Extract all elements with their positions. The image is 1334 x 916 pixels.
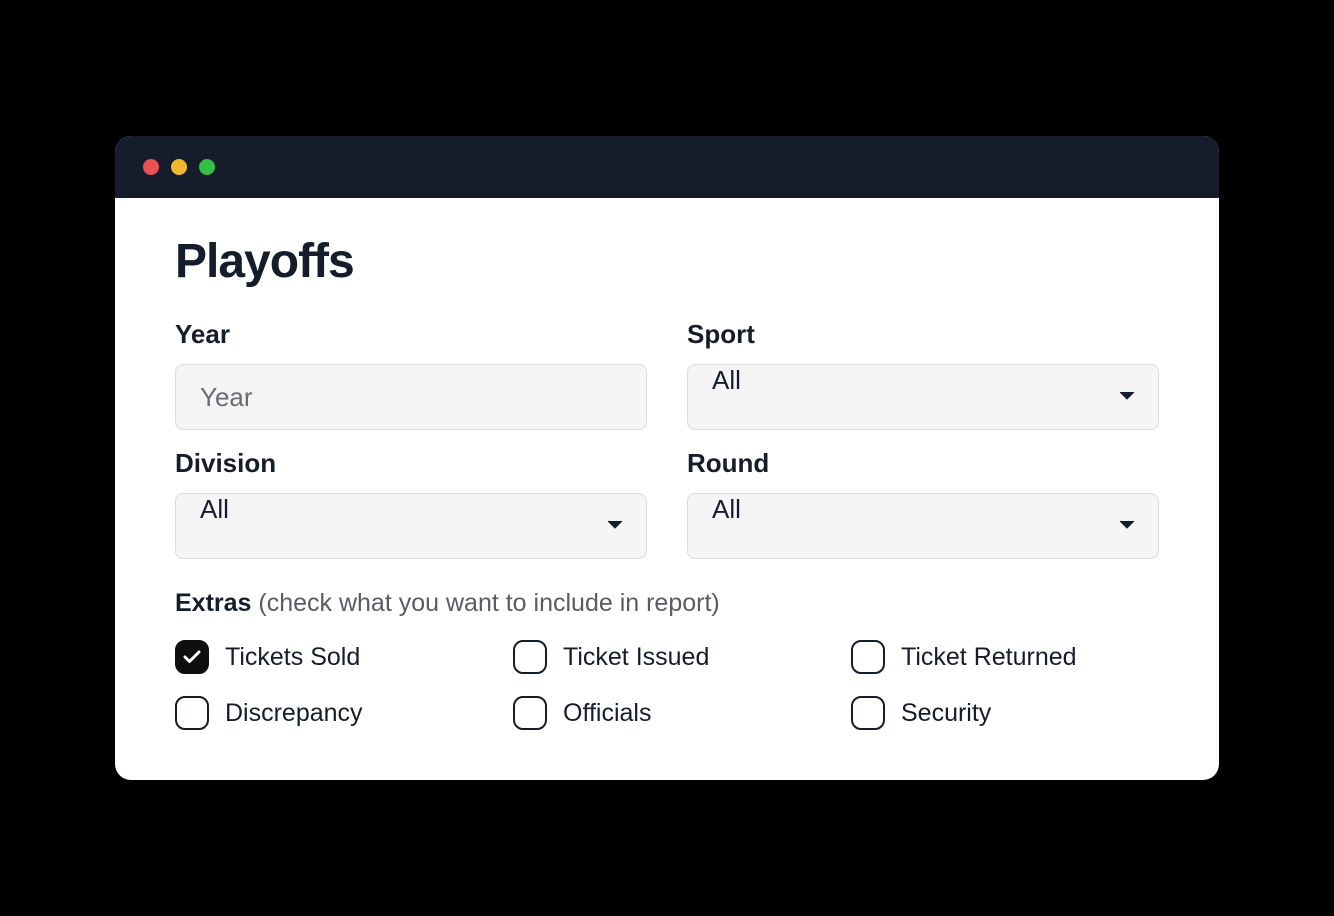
sport-field: Sport All <box>687 319 1159 430</box>
extras-label: Extras <box>175 589 251 617</box>
checkbox-ticket-returned[interactable]: Ticket Returned <box>851 640 1159 674</box>
checkbox-box <box>175 640 209 674</box>
checkbox-label: Ticket Returned <box>901 643 1077 672</box>
round-label: Round <box>687 448 1159 479</box>
round-select[interactable]: All <box>687 493 1159 559</box>
checkbox-officials[interactable]: Officials <box>513 696 821 730</box>
year-label: Year <box>175 319 647 350</box>
year-field: Year <box>175 319 647 430</box>
checkbox-security[interactable]: Security <box>851 696 1159 730</box>
checkbox-label: Officials <box>563 699 651 728</box>
round-field: Round All <box>687 448 1159 559</box>
window-content: Playoffs Year Sport All Division All <box>115 198 1219 780</box>
checkbox-discrepancy[interactable]: Discrepancy <box>175 696 483 730</box>
checkbox-box <box>513 696 547 730</box>
division-label: Division <box>175 448 647 479</box>
checkbox-tickets-sold[interactable]: Tickets Sold <box>175 640 483 674</box>
extras-note: (check what you want to include in repor… <box>251 589 719 617</box>
sport-select[interactable]: All <box>687 364 1159 430</box>
filter-form: Year Sport All Division All <box>175 319 1159 559</box>
checkbox-box <box>851 696 885 730</box>
division-select[interactable]: All <box>175 493 647 559</box>
sport-label: Sport <box>687 319 1159 350</box>
checkbox-ticket-issued[interactable]: Ticket Issued <box>513 640 821 674</box>
window-minimize-button[interactable] <box>171 159 187 175</box>
year-input[interactable] <box>175 364 647 430</box>
checkbox-box <box>513 640 547 674</box>
window-maximize-button[interactable] <box>199 159 215 175</box>
checkbox-label: Security <box>901 699 991 728</box>
extras-checkbox-grid: Tickets Sold Ticket Issued Ticket Return… <box>175 640 1159 730</box>
window-close-button[interactable] <box>143 159 159 175</box>
checkmark-icon <box>183 650 201 664</box>
page-title: Playoffs <box>175 234 1159 289</box>
checkbox-label: Tickets Sold <box>225 643 360 672</box>
checkbox-box <box>851 640 885 674</box>
extras-header: Extras (check what you want to include i… <box>175 589 1159 618</box>
app-window: Playoffs Year Sport All Division All <box>115 136 1219 780</box>
division-field: Division All <box>175 448 647 559</box>
checkbox-box <box>175 696 209 730</box>
window-titlebar <box>115 136 1219 198</box>
checkbox-label: Ticket Issued <box>563 643 709 672</box>
checkbox-label: Discrepancy <box>225 699 363 728</box>
